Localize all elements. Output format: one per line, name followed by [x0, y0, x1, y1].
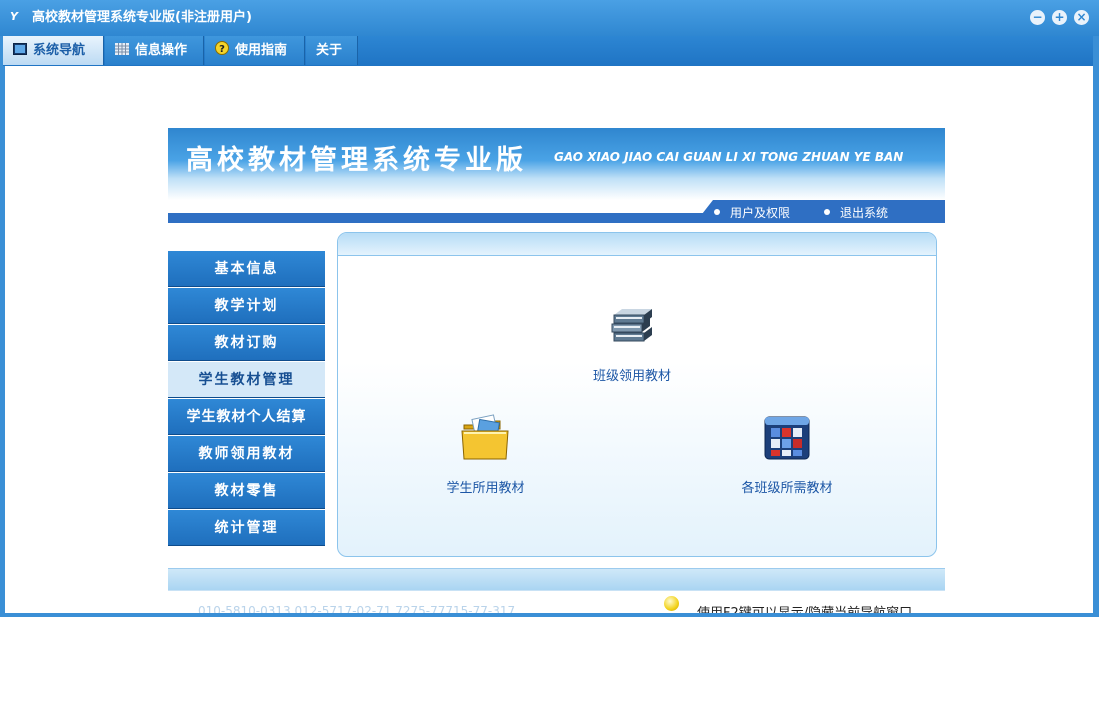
tab-label: 使用指南 — [235, 43, 288, 58]
sidebar-item-teaching-plan[interactable]: 教学计划 — [168, 288, 325, 324]
main-window: Y 高校教材管理系统专业版(非注册用户) − + × 系统导航 信息操作 ? 使… — [0, 0, 1099, 617]
banner-pinyin: GAO XIAO JIAO CAI GUAN LI XI TONG ZHUAN … — [554, 150, 904, 164]
grid-icon — [115, 37, 129, 55]
footer-bar — [168, 568, 945, 591]
tab-label: 信息操作 — [135, 43, 188, 58]
panel-header — [338, 233, 936, 256]
class-required-textbooks-item[interactable]: 各班级所需教材 — [732, 413, 842, 496]
lightbulb-icon — [664, 596, 679, 611]
tab-label: 关于 — [316, 43, 343, 58]
sidebar-item-textbook-retail[interactable]: 教材零售 — [168, 473, 325, 509]
monitor-icon — [13, 37, 27, 55]
footer-tip: 使用F2键可以显示/隐藏当前导航窗口 — [697, 602, 912, 613]
tab-system-navigation[interactable]: 系统导航 — [3, 36, 104, 65]
footer-divider — [168, 590, 945, 591]
class-textbook-receiving-item[interactable]: 班级领用教材 — [582, 303, 682, 384]
minimize-button[interactable]: − — [1030, 10, 1045, 25]
menu-bar: 系统导航 信息操作 ? 使用指南 关于 — [3, 36, 1093, 66]
bullet-icon — [714, 209, 720, 215]
function-label: 学生所用教材 — [446, 481, 525, 496]
link-label: 退出系统 — [840, 206, 889, 220]
sidebar-item-student-textbook-management[interactable]: 学生教材管理 — [168, 362, 325, 398]
tab-user-guide[interactable]: ? 使用指南 — [205, 36, 305, 65]
link-bar: 用户及权限 退出系统 — [168, 200, 945, 223]
sidebar-item-basic-info[interactable]: 基本信息 — [168, 251, 325, 287]
svg-text:?: ? — [219, 44, 225, 55]
books-stack-icon — [582, 303, 682, 355]
sidebar-item-student-personal-settlement[interactable]: 学生教材个人结算 — [168, 399, 325, 435]
sidebar-item-teacher-textbook-receiving[interactable]: 教师领用教材 — [168, 436, 325, 472]
tab-about[interactable]: 关于 — [306, 36, 358, 65]
close-button[interactable]: × — [1074, 10, 1089, 25]
student-textbooks-item[interactable]: 学生所用教材 — [433, 413, 538, 496]
tab-info-operations[interactable]: 信息操作 — [105, 36, 204, 65]
yf-logo-icon: Y — [10, 10, 18, 23]
link-label: 用户及权限 — [730, 206, 791, 220]
banner-title: 高校教材管理系统专业版 — [186, 145, 527, 176]
user-permissions-link[interactable]: 用户及权限 — [714, 204, 790, 221]
grid-window-icon — [732, 413, 842, 467]
maximize-button[interactable]: + — [1052, 10, 1067, 25]
sidebar-item-statistics-management[interactable]: 统计管理 — [168, 510, 325, 546]
function-label: 各班级所需教材 — [741, 481, 833, 496]
bullet-icon — [824, 209, 830, 215]
window-title: 高校教材管理系统专业版(非注册用户) — [32, 10, 252, 25]
function-label: 班级领用教材 — [592, 369, 671, 384]
folder-icon — [433, 413, 538, 467]
navigation-page: 高校教材管理系统专业版 GAO XIAO JIAO CAI GUAN LI XI… — [5, 66, 1093, 613]
banner: 高校教材管理系统专业版 GAO XIAO JIAO CAI GUAN LI XI… — [168, 128, 945, 200]
help-icon: ? — [215, 37, 229, 55]
title-bar[interactable]: Y 高校教材管理系统专业版(非注册用户) − + × — [0, 0, 1099, 36]
exit-system-link[interactable]: 退出系统 — [824, 204, 888, 221]
tab-label: 系统导航 — [33, 43, 86, 58]
content-panel: 班级领用教材 学生所用教材 各班级所需教材 — [337, 232, 937, 557]
sidebar-item-textbook-ordering[interactable]: 教材订购 — [168, 325, 325, 361]
footer-text: 010-5810-0313 012-5717-02-71 7275-77715-… — [198, 604, 516, 613]
